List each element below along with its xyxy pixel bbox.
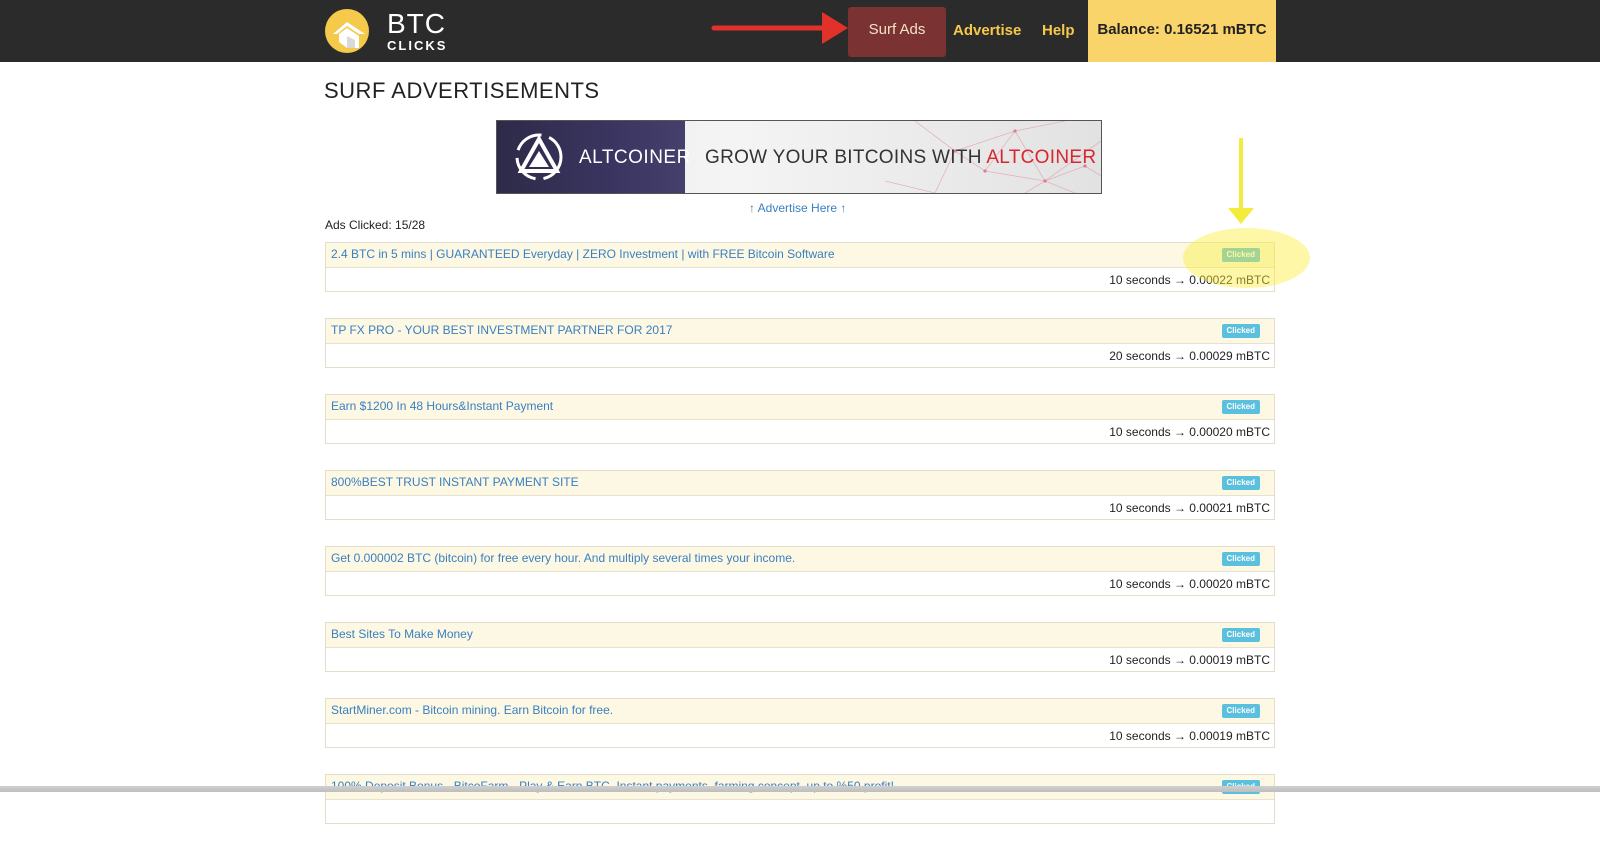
ad-body: 20 seconds → 0.00029 mBTC xyxy=(326,344,1274,367)
ad-header: Best Sites To Make Money Clicked xyxy=(326,623,1274,648)
ads-clicked-counter: Ads Clicked: 15/28 xyxy=(325,218,426,232)
ad-title-link[interactable]: TP FX PRO - YOUR BEST INVESTMENT PARTNER… xyxy=(331,323,672,337)
ad-title-link[interactable]: StartMiner.com - Bitcoin mining. Earn Bi… xyxy=(331,703,613,717)
ad-list: 2.4 BTC in 5 mins | GUARANTEED Everyday … xyxy=(325,242,1275,850)
ad-title-link[interactable]: 2.4 BTC in 5 mins | GUARANTEED Everyday … xyxy=(331,247,835,261)
ad-reward: 10 seconds → 0.00020 mBTC xyxy=(1109,577,1270,591)
nav-advertise-link[interactable]: Advertise xyxy=(953,0,1021,62)
red-annotation-arrow-icon xyxy=(711,12,848,44)
ad-header: 800%BEST TRUST INSTANT PAYMENT SITE Clic… xyxy=(326,471,1274,496)
ad-body: 10 seconds → 0.00019 mBTC xyxy=(326,724,1274,747)
nav-surf-ads-button[interactable]: Surf Ads xyxy=(848,7,946,57)
ad-item: Get 0.000002 BTC (bitcoin) for free ever… xyxy=(325,546,1275,596)
ad-body: 10 seconds → 0.00019 mBTC xyxy=(326,648,1274,671)
ad-reward: 20 seconds → 0.00029 mBTC xyxy=(1109,349,1270,363)
ad-title-link[interactable]: Earn $1200 In 48 Hours&Instant Payment xyxy=(331,399,553,413)
ad-item: 100% Deposit Bonus - BitcoFarm - Play & … xyxy=(325,774,1275,824)
ad-item: 2.4 BTC in 5 mins | GUARANTEED Everyday … xyxy=(325,242,1275,292)
altcoiner-banner-ad[interactable]: ALTCOINER GROW YOUR BITCOINS WITH ALTCOI… xyxy=(496,120,1102,194)
clicked-badge: Clicked xyxy=(1221,476,1260,490)
top-navbar: BTC CLICKS Surf Ads Advertise Help Balan… xyxy=(0,0,1600,62)
altcoiner-logo-icon xyxy=(515,133,563,181)
ad-item: Best Sites To Make Money Clicked 10 seco… xyxy=(325,622,1275,672)
ad-title-link[interactable]: Best Sites To Make Money xyxy=(331,627,473,641)
ad-header: Earn $1200 In 48 Hours&Instant Payment C… xyxy=(326,395,1274,420)
logo-word-clicks: CLICKS xyxy=(387,38,448,53)
ad-item: 800%BEST TRUST INSTANT PAYMENT SITE Clic… xyxy=(325,470,1275,520)
page-title: SURF ADVERTISEMENTS xyxy=(324,78,600,103)
clicked-badge: Clicked xyxy=(1221,400,1260,414)
ad-header: TP FX PRO - YOUR BEST INVESTMENT PARTNER… xyxy=(326,319,1274,344)
banner-tagline-highlight: ALTCOINER xyxy=(986,147,1097,168)
ad-reward: 10 seconds → 0.00021 mBTC xyxy=(1109,501,1270,515)
advertise-here-link[interactable]: ↑ Advertise Here ↑ xyxy=(749,201,846,215)
ad-item: TP FX PRO - YOUR BEST INVESTMENT PARTNER… xyxy=(325,318,1275,368)
ad-title-link[interactable]: 800%BEST TRUST INSTANT PAYMENT SITE xyxy=(331,475,579,489)
yellow-annotation-arrow-icon xyxy=(1228,138,1254,224)
ad-header: Get 0.000002 BTC (bitcoin) for free ever… xyxy=(326,547,1274,572)
ad-item: Earn $1200 In 48 Hours&Instant Payment C… xyxy=(325,394,1275,444)
clicked-badge: Clicked xyxy=(1221,628,1260,642)
clicked-badge: Clicked xyxy=(1221,552,1260,566)
ad-title-link[interactable]: Get 0.000002 BTC (bitcoin) for free ever… xyxy=(331,551,795,565)
logo-wordmark[interactable]: BTC CLICKS xyxy=(387,8,448,53)
clicked-badge: Clicked xyxy=(1221,704,1260,718)
banner-brand-panel: ALTCOINER xyxy=(497,121,690,193)
clicked-badge: Clicked xyxy=(1221,324,1260,338)
ad-body: 10 seconds → 0.00021 mBTC xyxy=(326,496,1274,519)
ad-body: 10 seconds → 0.00022 mBTC xyxy=(326,268,1274,291)
banner-tagline: GROW YOUR BITCOINS WITH ALTCOINER xyxy=(705,147,1096,169)
logo-word-btc: BTC xyxy=(387,8,446,39)
ad-reward: 10 seconds → 0.00019 mBTC xyxy=(1109,653,1270,667)
bottom-scroll-edge xyxy=(0,786,1600,792)
ad-body: 10 seconds → 0.00020 mBTC xyxy=(326,572,1274,595)
ad-reward: 10 seconds → 0.00020 mBTC xyxy=(1109,425,1270,439)
ad-reward: 10 seconds → 0.00019 mBTC xyxy=(1109,729,1270,743)
ad-header: StartMiner.com - Bitcoin mining. Earn Bi… xyxy=(326,699,1274,724)
ad-body xyxy=(326,800,1274,823)
yellow-highlight-annotation xyxy=(1183,228,1310,288)
ad-item: StartMiner.com - Bitcoin mining. Earn Bi… xyxy=(325,698,1275,748)
balance-display[interactable]: Balance: 0.16521 mBTC xyxy=(1088,0,1276,62)
banner-brand-name: ALTCOINER xyxy=(579,147,691,168)
banner-tagline-prefix: GROW YOUR BITCOINS WITH xyxy=(705,147,987,168)
nav-help-link[interactable]: Help xyxy=(1042,0,1075,62)
ad-header: 2.4 BTC in 5 mins | GUARANTEED Everyday … xyxy=(326,243,1274,268)
ad-body: 10 seconds → 0.00020 mBTC xyxy=(326,420,1274,443)
